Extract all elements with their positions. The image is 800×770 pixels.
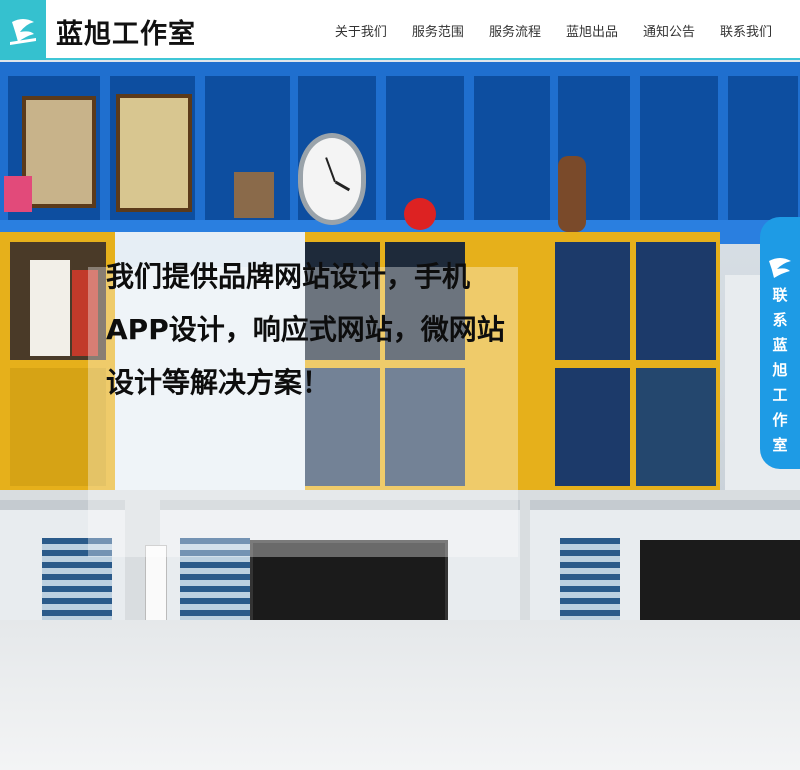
foreground-desk [0,620,800,770]
certificate [30,260,70,356]
nav-item-about[interactable]: 关于我们 [335,21,387,40]
hero-banner [0,60,800,770]
red-figurine [404,198,436,230]
photo-frame [234,172,274,218]
nav-item-works[interactable]: 蓝旭出品 [566,21,618,40]
contact-float-button[interactable]: 联系蓝旭工作室 [760,217,800,469]
award-plaque [22,96,96,208]
site-title[interactable]: 蓝旭工作室 [56,12,196,51]
contact-label-text: 联系蓝旭工作室 [772,286,788,454]
award-plaque [116,94,192,212]
nav-item-contact[interactable]: 联系我们 [720,21,772,40]
contact-float-label: 联系蓝旭工作室 [760,283,800,458]
nav-item-process[interactable]: 服务流程 [489,21,541,40]
nav-item-notices[interactable]: 通知公告 [643,21,695,40]
site-header: 蓝旭工作室 关于我们 服务范围 服务流程 蓝旭出品 通知公告 联系我们 [0,0,800,60]
logo-icon [766,255,794,279]
power-strip [145,545,167,630]
monkey-figurine [558,156,586,232]
wall-clock [298,133,366,225]
main-nav: 关于我们 服务范围 服务流程 蓝旭出品 通知公告 联系我们 [310,0,772,60]
hero-headline: 我们提供品牌网站设计，手机APP设计，响应式网站，微网站设计等解决方案！ [106,260,505,399]
computer-monitor [640,540,800,625]
pink-box [4,176,32,212]
nav-item-services[interactable]: 服务范围 [412,21,464,40]
logo-icon[interactable] [0,0,46,60]
